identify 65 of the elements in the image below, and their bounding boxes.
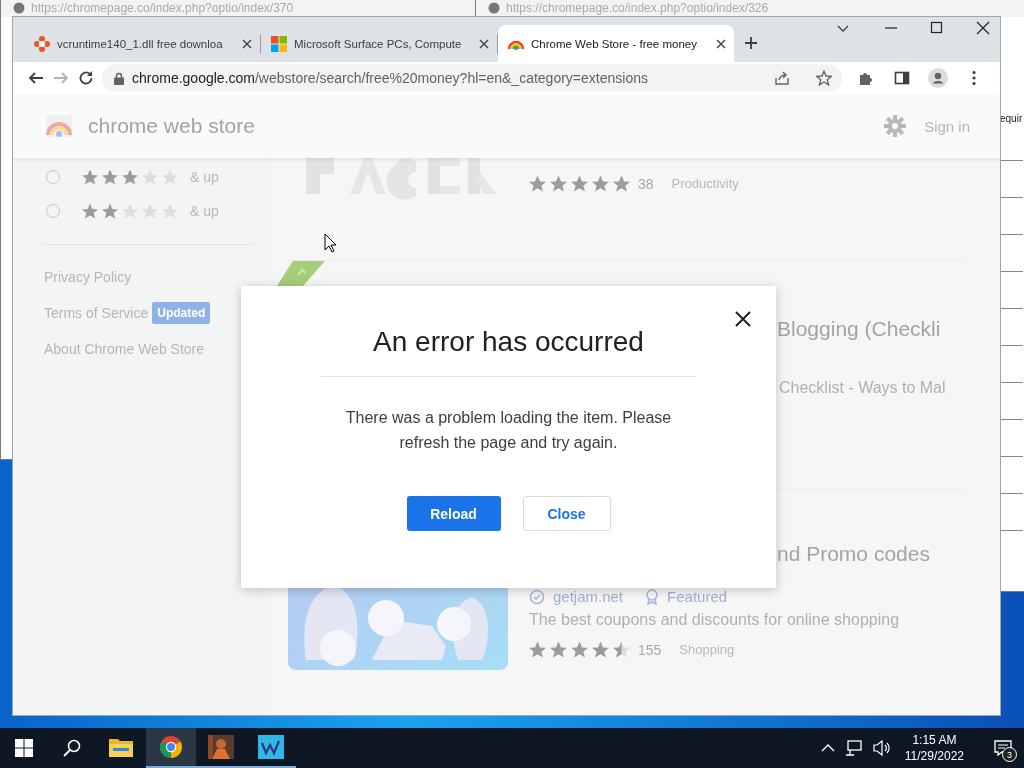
close-icon[interactable] — [242, 38, 252, 49]
footer-link[interactable]: Privacy Policy — [44, 269, 132, 285]
store-name: chrome web store — [88, 114, 255, 138]
close-icon[interactable] — [976, 21, 990, 35]
rainbow-logo-icon — [46, 115, 72, 137]
site-link[interactable]: getjam.net — [553, 588, 624, 605]
browser-tab[interactable]: Microsoft Surface PCs, Compute — [261, 25, 497, 62]
reload-icon[interactable] — [78, 70, 95, 86]
error-message: There was a problem loading the item. Please refresh the page and try again. — [344, 408, 673, 453]
browser-tab[interactable]: vcruntime140_1.dll free downloa — [24, 25, 260, 62]
award-icon — [645, 588, 660, 605]
lock-icon — [114, 71, 124, 85]
rating-filter-label[interactable]: & up — [190, 169, 219, 185]
speaker-icon[interactable] — [872, 740, 891, 756]
flower-icon — [34, 35, 50, 52]
cell-text: equir — [1000, 113, 1023, 124]
verified-icon — [529, 588, 545, 605]
rating-filter-label[interactable]: & up — [190, 203, 219, 219]
category-label: Shopping — [679, 642, 735, 657]
side-panel-icon[interactable] — [894, 70, 910, 86]
plus-icon[interactable] — [744, 36, 758, 50]
result-title[interactable]: Blogging (Checkli — [777, 317, 941, 341]
url-text: chrome.google.com/webstore/search/free%20money?hl=en&_category=extensions — [132, 70, 649, 86]
close-icon[interactable] — [735, 311, 751, 327]
share-icon[interactable] — [774, 70, 790, 86]
puzzle-icon[interactable] — [858, 70, 874, 86]
sign-in-link[interactable]: Sign in — [924, 117, 970, 135]
featured-label: Featured — [667, 588, 728, 605]
clock-date[interactable]: 11/29/2022 — [904, 748, 964, 764]
notification-icon[interactable] — [994, 740, 1012, 756]
app-icon[interactable] — [208, 735, 234, 759]
result-description: Checklist - Ways to Mal — [779, 379, 946, 397]
browser-tab[interactable]: Chrome Web Store - free money — [498, 25, 734, 62]
address-bar[interactable]: chrome.google.com/webstore/search/free%20money?hl=en&_category=extensions — [102, 64, 842, 92]
star-icon[interactable] — [816, 70, 832, 86]
category-label: Productivity — [671, 176, 739, 191]
maximize-icon[interactable] — [930, 21, 944, 35]
profile-icon[interactable] — [928, 68, 948, 88]
close-button[interactable]: Close — [522, 496, 611, 531]
tab-url: https://chromepage.co/index.php?optio/index/370 — [31, 1, 294, 15]
rating-count: 155 — [638, 641, 662, 658]
result-title[interactable]: nd Promo codes — [777, 542, 930, 566]
chrome-logo-icon[interactable] — [159, 735, 183, 759]
notification-count: 3 — [1002, 747, 1017, 762]
dialog-title: An error has occurred — [373, 326, 644, 359]
cursor-icon — [324, 233, 338, 253]
clock-time[interactable]: 1:15 AM — [912, 732, 957, 748]
back-arrow-icon[interactable] — [27, 70, 44, 86]
footer-link[interactable]: Terms of Service — [44, 305, 149, 321]
network-icon[interactable] — [844, 740, 863, 756]
footer-link[interactable]: About Chrome Web Store — [44, 341, 205, 357]
chevron-up-icon[interactable] — [820, 743, 835, 753]
reload-button[interactable]: Reload — [406, 496, 501, 531]
search-icon[interactable] — [63, 739, 81, 757]
updated-badge: Updated — [152, 302, 211, 324]
folder-icon[interactable] — [109, 737, 133, 757]
result-description: The best coupons and discounts for online shopping — [529, 611, 900, 629]
close-icon[interactable] — [716, 38, 726, 49]
tab-url: https://chromepage.co/index.php?optio/index/326 — [506, 1, 769, 15]
app-icon[interactable] — [258, 735, 284, 759]
windows-logo-icon — [271, 35, 287, 52]
windows-start-icon[interactable] — [15, 739, 33, 757]
rating-count: 38 — [638, 175, 654, 192]
more-menu-icon[interactable] — [972, 70, 976, 86]
close-icon[interactable] — [479, 38, 489, 49]
